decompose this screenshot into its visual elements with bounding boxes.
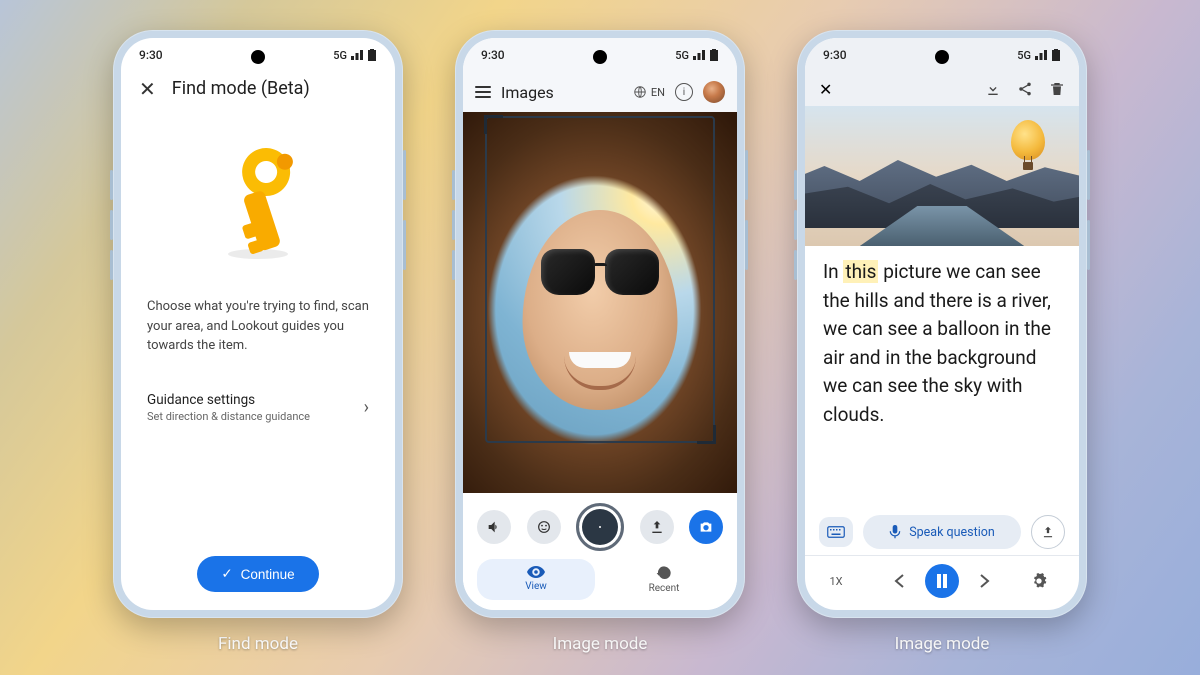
share-icon[interactable] — [1017, 81, 1033, 97]
tab-view[interactable]: View — [477, 559, 595, 600]
upload-button[interactable] — [640, 510, 674, 544]
menu-icon[interactable] — [475, 86, 491, 98]
bottom-tabs: View Recent — [463, 555, 737, 610]
caption-1: Find mode — [218, 634, 298, 654]
caption-2: Image mode — [553, 634, 648, 654]
avatar[interactable] — [703, 81, 725, 103]
camera-hole — [935, 50, 949, 64]
speak-label: Speak question — [909, 525, 995, 540]
info-icon[interactable]: i — [675, 83, 693, 101]
caption-3: Image mode — [895, 634, 990, 654]
phone-3-wrap: 9:30 5G ✕ — [797, 30, 1087, 654]
app-header: ✕ Find mode (Beta) — [121, 72, 395, 107]
status-time: 9:30 — [823, 48, 847, 62]
history-icon — [656, 565, 672, 581]
network-label: 5G — [333, 49, 347, 62]
battery-icon — [367, 49, 377, 61]
screen-1: 9:30 5G ✕ Find mode (Beta) — [121, 38, 395, 610]
globe-icon — [633, 85, 647, 99]
status-right: 5G — [1017, 49, 1061, 62]
gear-icon — [1031, 573, 1047, 589]
chevron-right-icon: › — [364, 397, 369, 418]
delete-icon[interactable] — [1049, 81, 1065, 97]
playback-nav: 1X — [805, 555, 1079, 610]
speed-button[interactable]: 1X — [819, 575, 853, 588]
settings-button[interactable] — [1031, 573, 1065, 589]
signal-icon — [693, 50, 705, 60]
footer: ✓ Continue — [121, 538, 395, 610]
keyboard-button[interactable] — [819, 517, 853, 547]
close-icon[interactable]: ✕ — [819, 80, 832, 99]
shutter-button[interactable] — [576, 503, 624, 551]
description-text: Choose what you're trying to find, scan … — [147, 297, 369, 356]
continue-button[interactable]: ✓ Continue — [197, 556, 318, 592]
phone-1-wrap: 9:30 5G ✕ Find mode (Beta) — [113, 30, 403, 654]
status-right: 5G — [675, 49, 719, 62]
export-button[interactable] — [1031, 515, 1065, 549]
network-label: 5G — [675, 49, 689, 62]
app-header: Images EN i — [463, 72, 737, 112]
guidance-settings-row[interactable]: Guidance settings Set direction & distan… — [147, 386, 369, 429]
tab-recent[interactable]: Recent — [605, 559, 723, 600]
phone-frame-2: 9:30 5G Images EN i — [455, 30, 745, 618]
image-description: In this picture we can see the hills and… — [805, 246, 1079, 509]
desc-highlight: this — [843, 260, 878, 283]
tab-view-label: View — [525, 581, 547, 592]
screen-3: 9:30 5G ✕ — [805, 38, 1079, 610]
promo-stage: 9:30 5G ✕ Find mode (Beta) — [0, 0, 1200, 675]
signal-icon — [1035, 50, 1047, 60]
phone-2-wrap: 9:30 5G Images EN i — [455, 30, 745, 654]
status-time: 9:30 — [481, 48, 505, 62]
next-button[interactable] — [971, 567, 999, 595]
pause-button[interactable] — [925, 564, 959, 598]
status-time: 9:30 — [139, 48, 163, 62]
settings-subtitle: Set direction & distance guidance — [147, 410, 310, 423]
speak-question-button[interactable]: Speak question — [863, 515, 1021, 549]
network-label: 5G — [1017, 49, 1031, 62]
described-image — [805, 106, 1079, 246]
screen-2: 9:30 5G Images EN i — [463, 38, 737, 610]
mic-icon — [889, 525, 901, 539]
camera-controls — [463, 493, 737, 555]
main-content: Choose what you're trying to find, scan … — [121, 107, 395, 538]
download-icon[interactable] — [985, 81, 1001, 97]
tab-recent-label: Recent — [649, 583, 680, 594]
prev-button[interactable] — [885, 567, 913, 595]
header-title: Images — [501, 83, 554, 102]
face-detect-button[interactable] — [527, 510, 561, 544]
language-button[interactable]: EN — [633, 85, 665, 99]
camera-mode-button[interactable] — [689, 510, 723, 544]
key-illustration — [203, 137, 313, 267]
settings-title: Guidance settings — [147, 392, 310, 408]
balloon-icon — [1011, 120, 1045, 160]
camera-hole — [251, 50, 265, 64]
page-title: Find mode (Beta) — [172, 78, 310, 99]
ask-row: Speak question — [805, 509, 1079, 555]
desc-pre: In — [823, 260, 843, 283]
check-icon: ✓ — [221, 566, 232, 582]
phone-frame-1: 9:30 5G ✕ Find mode (Beta) — [113, 30, 403, 618]
battery-icon — [1051, 49, 1061, 61]
desc-post: picture we can see the hills and there i… — [823, 260, 1051, 426]
phone-frame-3: 9:30 5G ✕ — [797, 30, 1087, 618]
sound-button[interactable] — [477, 510, 511, 544]
camera-viewfinder — [463, 112, 737, 493]
camera-hole — [593, 50, 607, 64]
eye-icon — [527, 565, 545, 579]
language-label: EN — [651, 86, 665, 99]
status-right: 5G — [333, 49, 377, 62]
continue-label: Continue — [241, 567, 295, 582]
battery-icon — [709, 49, 719, 61]
signal-icon — [351, 50, 363, 60]
toolbar: ✕ — [805, 72, 1079, 106]
close-icon[interactable]: ✕ — [139, 79, 156, 99]
